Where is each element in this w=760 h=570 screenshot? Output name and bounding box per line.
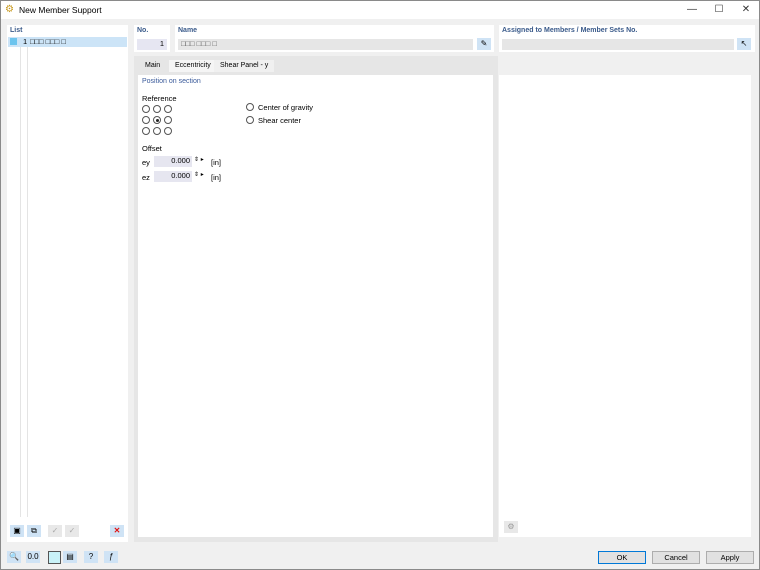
list-label: List [10,27,22,34]
maximize-button[interactable]: ☐ [712,4,726,15]
delete-icon[interactable]: ✕ [110,525,124,537]
select-members-icon[interactable]: ↖ [737,38,751,50]
list-item[interactable]: 1 □□□ □□□ □ [8,37,127,47]
tab-eccentricity[interactable]: Eccentricity [169,60,217,72]
shear-center-label: Shear center [258,116,301,125]
units-icon[interactable]: 0.0 [26,551,40,563]
number-panel: No. 1 [134,25,170,52]
assigned-label: Assigned to Members / Member Sets No. [502,27,637,34]
center-of-gravity-label: Center of gravity [258,103,313,112]
copy-item-icon[interactable]: ⧉ [27,525,41,537]
offset-label: Offset [142,144,162,153]
ref-bottom-center[interactable] [153,127,161,135]
ez-input[interactable]: 0.000 [154,171,192,182]
number-label: No. [137,27,148,34]
number-field[interactable]: 1 [137,39,167,50]
ref-top-center[interactable] [153,105,161,113]
ref-middle-right[interactable] [164,116,172,124]
name-panel: Name □□□ □□□ □ ✎ [175,25,494,52]
cancel-button[interactable]: Cancel [652,551,700,564]
help-icon[interactable]: ? [84,551,98,563]
ez-unit: [in] [211,173,221,182]
app-icon: ⚙ [5,4,14,15]
ey-label: ey [142,158,150,167]
list-panel: List 1 □□□ □□□ □ ▣ ⧉ ✓ ✓ ✕ [7,25,128,542]
tab-shear-panel-y[interactable]: Shear Panel - y [214,60,274,72]
ref-top-right[interactable] [164,105,172,113]
color-swatch [10,38,17,45]
preview-panel: ⚙ [499,75,751,537]
center-of-gravity-radio[interactable] [246,103,254,111]
color-icon[interactable] [48,551,61,564]
reference-label: Reference [142,94,177,103]
uncheck-all-icon[interactable]: ✓ [65,525,79,537]
name-field[interactable]: □□□ □□□ □ [178,39,473,50]
assigned-panel: Assigned to Members / Member Sets No. ↖ [499,25,755,52]
title-bar: ⚙ New Member Support — ☐ ✕ [1,1,759,19]
list-item-name: □□□ □□□ □ [30,37,66,46]
ref-bottom-left[interactable] [142,127,150,135]
shear-center-radio[interactable] [246,116,254,124]
ref-top-left[interactable] [142,105,150,113]
apply-button[interactable]: Apply [706,551,754,564]
display-icon[interactable]: ▤ [63,551,77,563]
minimize-button[interactable]: — [685,4,699,15]
ref-middle-left[interactable] [142,116,150,124]
search-icon[interactable]: 🔍 [7,551,21,563]
assigned-field[interactable] [502,39,734,50]
ey-unit: [in] [211,158,221,167]
ref-center[interactable] [153,116,161,124]
name-label: Name [178,27,197,34]
ey-spinner[interactable]: ⇕ ▸ [194,156,204,163]
preview-settings-icon[interactable]: ⚙ [504,521,518,533]
ey-input[interactable]: 0.000 [154,156,192,167]
list-item-no: 1 [23,37,27,46]
ref-bottom-right[interactable] [164,127,172,135]
window-title: New Member Support [19,5,102,15]
edit-name-icon[interactable]: ✎ [477,38,491,50]
new-item-icon[interactable]: ▣ [10,525,24,537]
section-title: Position on section [142,78,201,85]
function-icon[interactable]: ƒ [104,551,118,563]
ez-spinner[interactable]: ⇕ ▸ [194,171,204,178]
ok-button[interactable]: OK [598,551,646,564]
ez-label: ez [142,173,150,182]
check-all-icon[interactable]: ✓ [48,525,62,537]
tab-main[interactable]: Main [139,60,166,72]
eccentricity-panel: Position on section Reference Center of … [138,75,493,537]
close-button[interactable]: ✕ [739,4,753,15]
